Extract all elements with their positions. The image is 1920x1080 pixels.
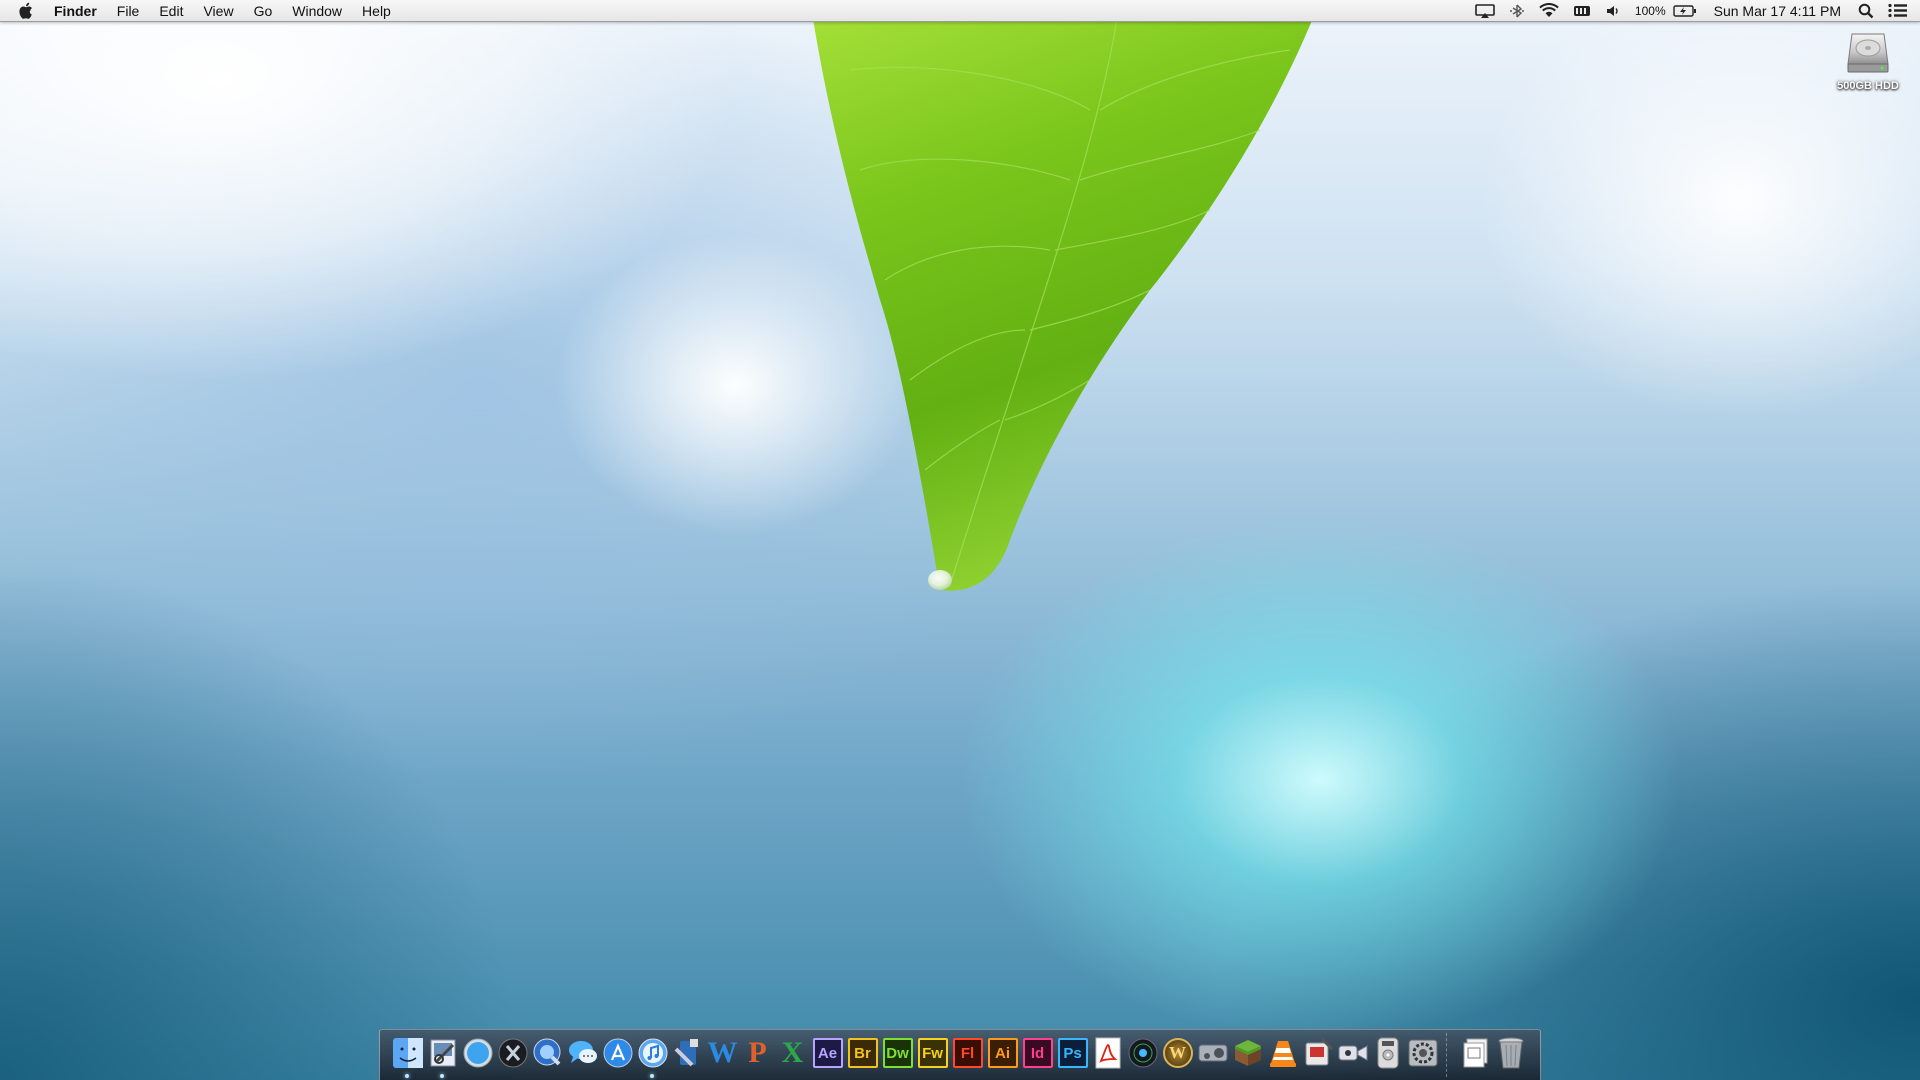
minecraft-icon[interactable] (1230, 1036, 1265, 1071)
mission-control-icon[interactable] (495, 1036, 530, 1071)
menu-view[interactable]: View (193, 0, 243, 22)
photoshop-icon[interactable]: Ps (1055, 1036, 1090, 1071)
airplay-icon[interactable] (1468, 0, 1502, 22)
leaf-wallpaper-graphic (810, 0, 1320, 591)
itunes-icon[interactable] (635, 1036, 670, 1078)
drive-label: 500GB HDD (1837, 80, 1899, 92)
menu-bar-right: 100% Sun Mar 17 4:11 PM (1468, 0, 1920, 22)
spotlight-icon[interactable] (1851, 0, 1881, 22)
clock[interactable]: Sun Mar 17 4:11 PM (1704, 0, 1851, 22)
apple-menu-icon[interactable] (0, 0, 50, 22)
battery-percent[interactable]: 100% (1628, 0, 1673, 22)
quicktime-icon[interactable] (530, 1036, 565, 1071)
fireworks-label: Fw (917, 1038, 948, 1068)
finder-icon[interactable] (390, 1036, 425, 1078)
dock: W P X Ae Br Dw Fw Fl Ai Id Ps W (379, 1029, 1541, 1080)
menu-help[interactable]: Help (352, 0, 401, 22)
flash-label: Fl (952, 1038, 983, 1068)
notification-center-icon[interactable] (1881, 0, 1920, 22)
dock-separator[interactable] (1446, 1033, 1452, 1077)
running-indicator (405, 1073, 409, 1078)
xcode-icon[interactable] (670, 1036, 705, 1071)
dreamweaver-label: Dw (882, 1038, 913, 1068)
indesign-icon[interactable]: Id (1020, 1036, 1055, 1071)
menu-bar-left: Finder File Edit View Go Window Help (0, 0, 401, 22)
menu-go[interactable]: Go (244, 0, 283, 22)
preview-icon[interactable] (425, 1036, 460, 1078)
battery-bar-icon[interactable] (1566, 0, 1598, 22)
menu-edit[interactable]: Edit (149, 0, 193, 22)
battery-icon[interactable] (1672, 0, 1704, 22)
illustrator-icon[interactable]: Ai (985, 1036, 1020, 1071)
running-indicator (440, 1073, 444, 1078)
vlc-icon[interactable] (1265, 1036, 1300, 1071)
photoshop-label: Ps (1057, 1038, 1088, 1068)
trash-icon[interactable] (1493, 1036, 1528, 1071)
powerpoint-letter: P (748, 1036, 767, 1069)
menu-window[interactable]: Window (282, 0, 352, 22)
running-indicator (650, 1073, 654, 1078)
menu-file[interactable]: File (107, 0, 150, 22)
bridge-label: Br (847, 1038, 878, 1068)
fireworks-icon[interactable]: Fw (915, 1036, 950, 1071)
messages-icon[interactable] (565, 1036, 600, 1071)
bridge-icon[interactable]: Br (845, 1036, 880, 1071)
illustrator-label: Ai (987, 1038, 1018, 1068)
flash-icon[interactable]: Fl (950, 1036, 985, 1071)
dvd-player-icon[interactable] (1370, 1036, 1405, 1071)
menu-finder[interactable]: Finder (50, 0, 107, 22)
hard-drive-icon (1847, 33, 1889, 73)
word-icon[interactable]: W (705, 1036, 740, 1071)
facetime-icon[interactable] (1335, 1036, 1370, 1071)
after-effects-icon[interactable]: Ae (810, 1036, 845, 1071)
steam-icon[interactable] (1195, 1036, 1230, 1071)
logic-icon[interactable] (1125, 1036, 1160, 1071)
desktop-drive-500gb-hdd[interactable]: 500GB HDD (1826, 28, 1910, 104)
documents-stack-icon[interactable] (1458, 1036, 1493, 1071)
world-of-warcraft-icon[interactable]: W (1160, 1036, 1195, 1071)
system-preferences-icon[interactable] (1405, 1036, 1440, 1071)
volume-icon[interactable] (1598, 0, 1628, 22)
acrobat-icon[interactable] (1090, 1036, 1125, 1071)
menu-bar: Finder File Edit View Go Window Help 100… (0, 0, 1920, 22)
powerpoint-icon[interactable]: P (740, 1036, 775, 1071)
bluetooth-icon[interactable] (1502, 0, 1532, 22)
word-letter: W (707, 1036, 738, 1069)
indesign-label: Id (1022, 1038, 1053, 1068)
wow-letter: W (1162, 1038, 1193, 1068)
safari-icon[interactable] (460, 1036, 495, 1071)
dreamweaver-icon[interactable]: Dw (880, 1036, 915, 1071)
excel-icon[interactable]: X (775, 1036, 810, 1071)
wifi-icon[interactable] (1532, 0, 1566, 22)
utility-icon[interactable] (1300, 1036, 1335, 1071)
excel-letter: X (781, 1036, 804, 1069)
after-effects-label: Ae (812, 1038, 843, 1068)
app-store-icon[interactable] (600, 1036, 635, 1071)
